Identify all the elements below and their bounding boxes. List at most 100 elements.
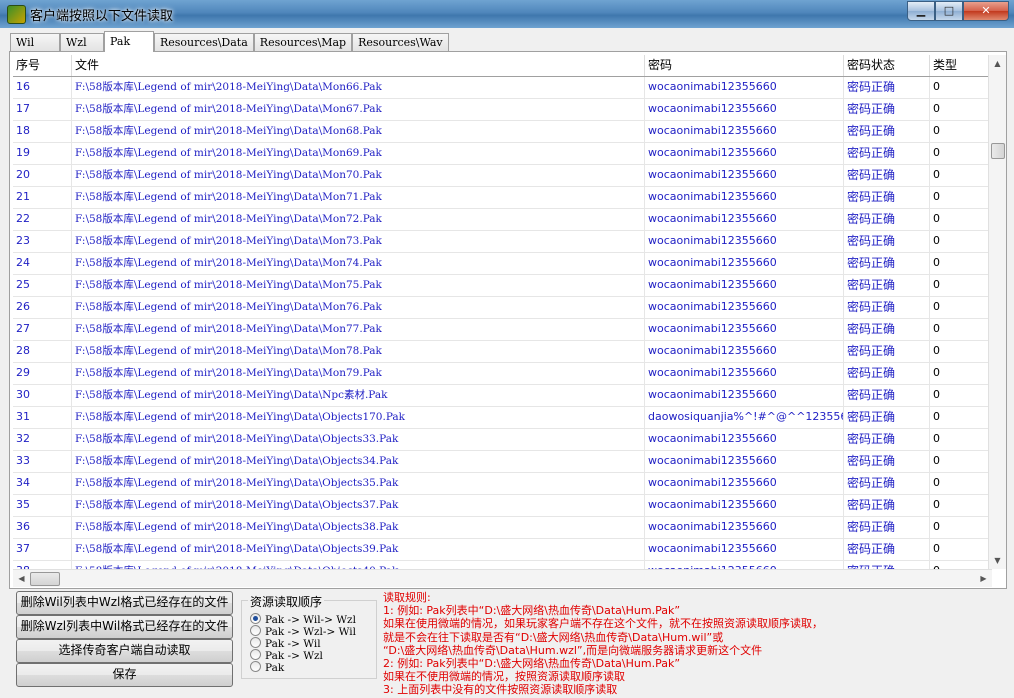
tab-wil[interactable]: Wil — [10, 33, 60, 52]
table-row[interactable]: 26 F:\58版本库\Legend of mir\2018-MeiYing\Da… — [13, 297, 992, 319]
horizontal-scrollbar[interactable]: ◀ ▶ — [13, 569, 992, 587]
radio-button-icon[interactable] — [250, 649, 261, 660]
row-index: 26 — [13, 297, 72, 318]
row-index: 27 — [13, 319, 72, 340]
row-file-path: F:\58版本库\Legend of mir\2018-MeiYing\Data… — [72, 187, 645, 208]
table-row[interactable]: 19 F:\58版本库\Legend of mir\2018-MeiYing\Da… — [13, 143, 992, 165]
scroll-right-icon[interactable]: ▶ — [975, 570, 992, 587]
horizontal-scroll-thumb[interactable] — [30, 572, 60, 586]
minimize-button[interactable]: ▁ — [907, 1, 935, 21]
row-file-path: F:\58版本库\Legend of mir\2018-MeiYing\Data… — [72, 495, 645, 516]
row-index: 19 — [13, 143, 72, 164]
window-title: 客户端按照以下文件读取 — [30, 9, 174, 24]
read-order-option[interactable]: Pak -> Wzl-> Wil — [250, 625, 356, 638]
table-row[interactable]: 16 F:\58版本库\Legend of mir\2018-MeiYing\Da… — [13, 77, 992, 99]
row-password-status: 密码正确 — [844, 363, 930, 384]
row-file-path: F:\58版本库\Legend of mir\2018-MeiYing\Data… — [72, 253, 645, 274]
read-order-option[interactable]: Pak -> Wil-> Wzl — [250, 613, 356, 626]
tab-resources-map[interactable]: Resources\Map — [253, 33, 353, 52]
table-row[interactable]: 29 F:\58版本库\Legend of mir\2018-MeiYing\Da… — [13, 363, 992, 385]
radio-button-icon[interactable] — [250, 637, 261, 648]
column-header-type[interactable]: 类型 — [930, 55, 992, 76]
row-file-path: F:\58版本库\Legend of mir\2018-MeiYing\Data… — [72, 297, 645, 318]
radio-button-icon[interactable] — [250, 613, 261, 624]
table-row[interactable]: 32 F:\58版本库\Legend of mir\2018-MeiYing\Da… — [13, 429, 992, 451]
row-type: 0 — [930, 143, 992, 164]
scroll-down-icon[interactable]: ▼ — [989, 552, 1006, 569]
row-type: 0 — [930, 429, 992, 450]
row-password: wocaonimabi12355660 — [645, 143, 844, 164]
scroll-up-icon[interactable]: ▲ — [989, 55, 1006, 72]
row-password-status: 密码正确 — [844, 77, 930, 98]
column-header-index[interactable]: 序号 — [13, 55, 72, 76]
close-button[interactable]: ✕ — [963, 1, 1009, 21]
auto-read-client-button[interactable]: 选择传奇客户端自动读取 — [16, 639, 233, 663]
row-file-path: F:\58版本库\Legend of mir\2018-MeiYing\Data… — [72, 517, 645, 538]
delete-wil-dupes-button[interactable]: 删除Wil列表中Wzl格式已经存在的文件 — [16, 591, 233, 615]
table-row[interactable]: 17 F:\58版本库\Legend of mir\2018-MeiYing\Da… — [13, 99, 992, 121]
read-order-option[interactable]: Pak -> Wil — [250, 637, 321, 650]
row-type: 0 — [930, 407, 992, 428]
rule-line: 3: 上面列表中没有的文件按照资源读取顺序读取 — [383, 683, 618, 697]
vertical-scroll-thumb[interactable] — [991, 143, 1005, 159]
table-body: 16 F:\58版本库\Legend of mir\2018-MeiYing\Da… — [13, 77, 992, 569]
row-password: wocaonimabi12355660 — [645, 473, 844, 494]
table-row[interactable]: 20 F:\58版本库\Legend of mir\2018-MeiYing\Da… — [13, 165, 992, 187]
row-password: wocaonimabi12355660 — [645, 429, 844, 450]
row-file-path: F:\58版本库\Legend of mir\2018-MeiYing\Data… — [72, 99, 645, 120]
table-row[interactable]: 36 F:\58版本库\Legend of mir\2018-MeiYing\Da… — [13, 517, 992, 539]
table-row[interactable]: 22 F:\58版本库\Legend of mir\2018-MeiYing\Da… — [13, 209, 992, 231]
read-order-option[interactable]: Pak -> Wzl — [250, 649, 323, 662]
table-row[interactable]: 34 F:\58版本库\Legend of mir\2018-MeiYing\Da… — [13, 473, 992, 495]
row-password: wocaonimabi12355660 — [645, 319, 844, 340]
save-button[interactable]: 保存 — [16, 663, 233, 687]
column-header-file[interactable]: 文件 — [72, 55, 645, 76]
tab-wzl[interactable]: Wzl — [60, 33, 104, 52]
row-password: wocaonimabi12355660 — [645, 385, 844, 406]
tab-resources-wav[interactable]: Resources\Wav — [352, 33, 449, 52]
maximize-button[interactable]: □ — [935, 1, 963, 21]
row-type: 0 — [930, 495, 992, 516]
table-row[interactable]: 21 F:\58版本库\Legend of mir\2018-MeiYing\Da… — [13, 187, 992, 209]
row-type: 0 — [930, 231, 992, 252]
rule-line: 如果在使用微端的情况，如果玩家客户端不存在这个文件，就不在按照资源读取顺序读取， — [383, 617, 823, 631]
table-row[interactable]: 30 F:\58版本库\Legend of mir\2018-MeiYing\Da… — [13, 385, 992, 407]
row-file-path: F:\58版本库\Legend of mir\2018-MeiYing\Data… — [72, 121, 645, 142]
row-file-path: F:\58版本库\Legend of mir\2018-MeiYing\Data… — [72, 209, 645, 230]
table-row[interactable]: 31 F:\58版本库\Legend of mir\2018-MeiYing\Da… — [13, 407, 992, 429]
main-window: 客户端按照以下文件读取 ▁ □ ✕ Wil Wzl Pak Resources\… — [0, 0, 1014, 698]
table-row[interactable]: 28 F:\58版本库\Legend of mir\2018-MeiYing\Da… — [13, 341, 992, 363]
table-row[interactable]: 18 F:\58版本库\Legend of mir\2018-MeiYing\Da… — [13, 121, 992, 143]
scroll-left-icon[interactable]: ◀ — [13, 570, 30, 587]
column-header-password[interactable]: 密码 — [645, 55, 844, 76]
row-index: 34 — [13, 473, 72, 494]
row-password: wocaonimabi12355660 — [645, 297, 844, 318]
rule-line: 1: 例如: Pak列表中“D:\盛大网络\热血传奇\Data\Hum.Pak” — [383, 604, 681, 618]
radio-button-icon[interactable] — [250, 625, 261, 636]
table-row[interactable]: 33 F:\58版本库\Legend of mir\2018-MeiYing\Da… — [13, 451, 992, 473]
row-password: wocaonimabi12355660 — [645, 121, 844, 142]
row-password: wocaonimabi12355660 — [645, 209, 844, 230]
read-order-option[interactable]: Pak — [250, 661, 284, 674]
row-password-status: 密码正确 — [844, 121, 930, 142]
row-index: 25 — [13, 275, 72, 296]
table-row[interactable]: 23 F:\58版本库\Legend of mir\2018-MeiYing\Da… — [13, 231, 992, 253]
table-row[interactable]: 38F:\58版本库\Legend of mir\2018-MeiYing\Da… — [13, 561, 992, 569]
column-header-password-status[interactable]: 密码状态 — [844, 55, 930, 76]
table-row[interactable]: 25 F:\58版本库\Legend of mir\2018-MeiYing\Da… — [13, 275, 992, 297]
row-type: 0 — [930, 99, 992, 120]
tab-pak[interactable]: Pak — [104, 31, 154, 52]
row-type: 0 — [930, 517, 992, 538]
table-row[interactable]: 35 F:\58版本库\Legend of mir\2018-MeiYing\Da… — [13, 495, 992, 517]
vertical-scrollbar[interactable]: ▲ ▼ — [988, 55, 1006, 569]
delete-wzl-dupes-button[interactable]: 删除Wzl列表中Wil格式已经存在的文件 — [16, 615, 233, 639]
row-index: 38 — [13, 561, 72, 569]
tab-resources-data[interactable]: Resources\Data — [154, 33, 254, 52]
radio-button-icon[interactable] — [250, 661, 261, 672]
title-bar[interactable]: 客户端按照以下文件读取 ▁ □ ✕ — [0, 0, 1014, 28]
table-row[interactable]: 27 F:\58版本库\Legend of mir\2018-MeiYing\Da… — [13, 319, 992, 341]
row-password: wocaonimabi12355660 — [645, 363, 844, 384]
table-row[interactable]: 24 F:\58版本库\Legend of mir\2018-MeiYing\Da… — [13, 253, 992, 275]
file-table[interactable]: 序号 文件 密码 密码状态 类型 16 F:\58版本库\Legend of mi… — [13, 55, 992, 569]
table-row[interactable]: 37 F:\58版本库\Legend of mir\2018-MeiYing\Da… — [13, 539, 992, 561]
